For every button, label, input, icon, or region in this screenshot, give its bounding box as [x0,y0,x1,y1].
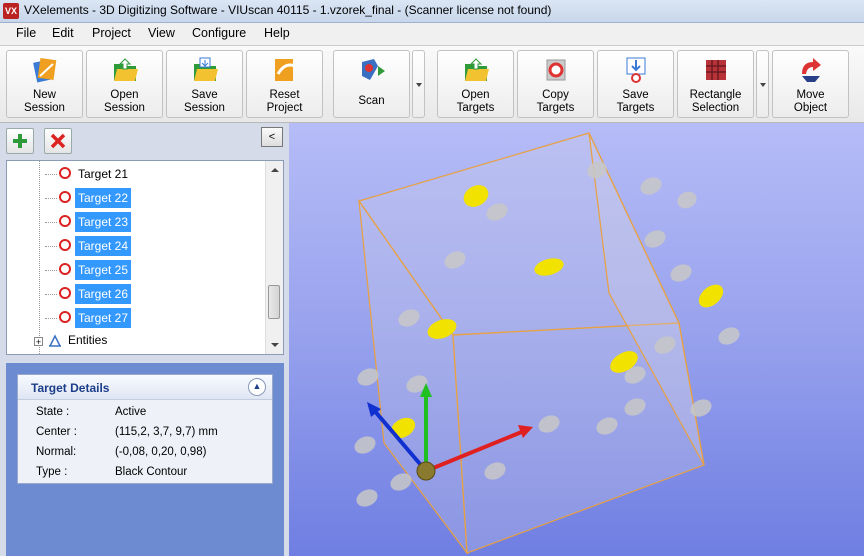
target-icon [59,263,71,275]
scroll-thumb[interactable] [268,285,280,319]
open-session-label: Open Session [104,89,145,114]
copy-targets-button[interactable]: Copy Targets [517,50,594,118]
move-object-label: Move Object [793,89,828,114]
new-session-icon [32,57,56,83]
save-session-icon [193,57,218,81]
tree-scrollbar[interactable] [265,161,283,354]
target-details-panel: Target Details ▲ State : Active Center :(… [17,374,273,484]
x-icon [50,133,66,149]
open-targets-icon [464,58,489,81]
rectangle-selection-icon [705,60,726,80]
window-title: VXelements - 3D Digitizing Software - VI… [24,3,552,17]
scroll-down-button[interactable] [266,337,283,354]
rectangle-selection-button[interactable]: Rectangle Selection [677,50,754,118]
menu-configure[interactable]: Configure [192,26,246,40]
target-details-title: Target Details [31,381,110,395]
collapse-details-icon[interactable]: ▲ [248,378,266,396]
plus-icon [13,134,27,148]
move-object-button[interactable]: Move Object [772,50,849,118]
scan-icon [361,59,385,80]
save-targets-label: Save Targets [616,89,655,114]
tree-line [39,161,41,354]
open-targets-button[interactable]: Open Targets [437,50,514,118]
rectangle-selection-label: Rectangle Selection [689,89,742,114]
scroll-up-button[interactable] [266,161,283,178]
scan-button[interactable]: Scan [333,50,410,118]
3d-viewport[interactable] [289,123,864,556]
remove-button[interactable] [44,128,72,154]
target-icon [59,311,71,323]
project-panel: < Target 21 Target 22 Target 23 Target 2… [0,123,287,556]
move-object-icon [801,58,821,82]
target-icon [59,287,71,299]
save-session-label: Save Session [184,89,225,114]
reset-project-label: Reset Project [266,89,303,114]
copy-targets-label: Copy Targets [536,89,575,114]
reset-project-button[interactable]: Reset Project [246,50,323,118]
scan-label: Scan [358,95,385,107]
open-targets-label: Open Targets [456,89,495,114]
target-icon [59,239,71,251]
scan-dropdown-button[interactable] [412,50,425,118]
save-session-button[interactable]: Save Session [166,50,243,118]
open-session-icon [113,58,138,81]
menu-view[interactable]: View [148,26,175,40]
menu-file[interactable]: File [16,26,36,40]
menu-help[interactable]: Help [264,26,290,40]
new-session-label: New Session [24,89,65,114]
project-tree[interactable]: Target 21 Target 22 Target 23 Target 24 … [6,160,284,355]
reset-project-icon [274,59,296,81]
save-targets-button[interactable]: Save Targets [597,50,674,118]
target-details-header[interactable]: Target Details ▲ [18,375,272,400]
save-targets-icon [626,57,645,83]
expand-entities-toggle[interactable]: + [34,337,43,347]
tree-item-entities[interactable]: Entities [68,333,107,347]
title-bar: VX VXelements - 3D Digitizing Software -… [0,0,864,23]
main-toolbar: New Session Open Session Save Session Re… [0,46,864,123]
target-icon [59,167,71,179]
viewport-scene [354,132,740,555]
add-button[interactable] [6,128,34,154]
target-icon [59,191,71,203]
open-session-button[interactable]: Open Session [86,50,163,118]
menu-bar: File Edit Project View Configure Help [0,23,864,46]
app-icon: VX [3,3,19,19]
menu-project[interactable]: Project [92,26,131,40]
entities-icon [49,334,61,347]
selection-dropdown-button[interactable] [756,50,769,118]
copy-targets-icon [546,59,565,81]
new-session-button[interactable]: New Session [6,50,83,118]
target-icon [59,215,71,227]
menu-edit[interactable]: Edit [52,26,74,40]
collapse-panel-button[interactable]: < [261,127,283,147]
